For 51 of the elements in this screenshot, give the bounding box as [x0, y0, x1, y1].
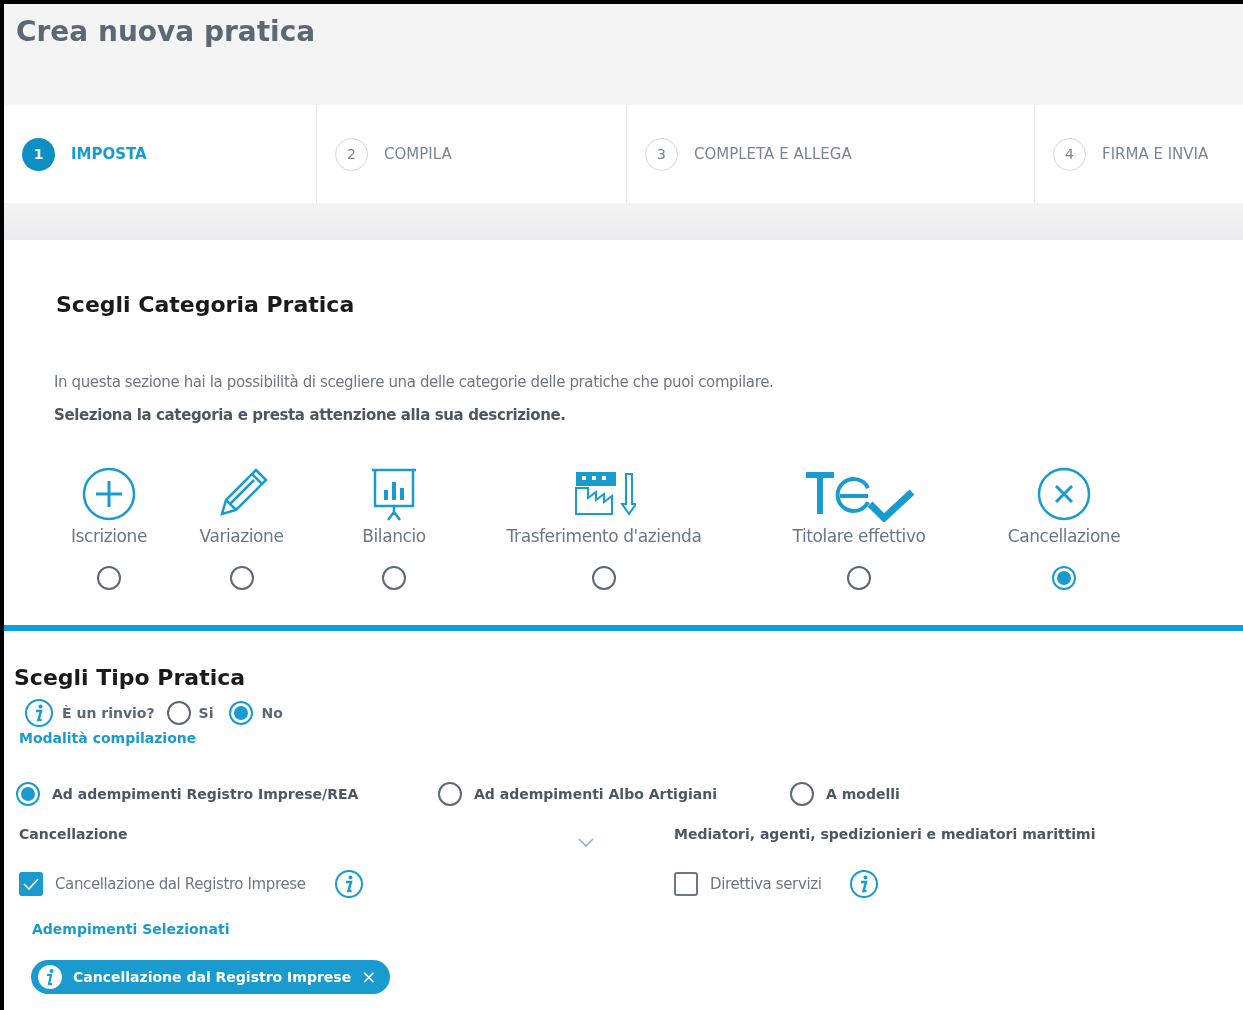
- checkbox[interactable]: [19, 872, 43, 896]
- chevron-down-icon: [578, 838, 594, 848]
- intro-text: In questa sezione hai la possibilità di scegliere una delle categorie delle pratiche che puoi compilare.: [54, 372, 775, 393]
- group-label: Cancellazione: [19, 824, 128, 844]
- checkmark-icon: [23, 878, 39, 890]
- radio-button[interactable]: [790, 782, 814, 806]
- radio-button[interactable]: [166, 701, 191, 725]
- section-subtitle: Modalità compilazione: [19, 729, 198, 748]
- step-tab[interactable]: COMPLETA E ALLEGA: [694, 142, 852, 166]
- radio-label: Ad adempimenti Albo Artigiani: [474, 784, 717, 804]
- question-label: È un rinvio?: [62, 703, 155, 723]
- radio-label: A modelli: [826, 784, 900, 804]
- page-title: Crea nuova pratica: [16, 14, 317, 50]
- radio-button[interactable]: [16, 782, 40, 806]
- radio-button[interactable]: [229, 701, 254, 725]
- section-title: Scegli Tipo Pratica: [14, 664, 247, 692]
- info-icon: [24, 698, 54, 728]
- radio-button[interactable]: [1052, 565, 1076, 590]
- category-label: Variazione: [199, 525, 284, 548]
- section-title: Scegli Categoria Pratica: [55, 291, 356, 319]
- plus-icon: [81, 466, 137, 522]
- radio-button[interactable]: [97, 565, 121, 590]
- radio-label: No: [261, 703, 283, 723]
- step-tab[interactable]: FIRMA E INVIA: [1102, 142, 1209, 166]
- close-circle-icon: [1036, 466, 1092, 522]
- checkbox[interactable]: [674, 872, 698, 896]
- category-label: Trasferimento d'azienda: [506, 525, 702, 548]
- group-label: Mediatori, agenti, spedizionieri e mediatori marittimi: [674, 824, 1096, 844]
- radio-label: Ad adempimenti Registro Imprese/REA: [52, 784, 359, 804]
- radio-button[interactable]: [847, 565, 871, 590]
- checkbox-label: Direttiva servizi: [710, 873, 822, 895]
- category-label: Titolare effettivo: [792, 525, 926, 548]
- step-tab[interactable]: IMPOSTA: [71, 142, 147, 166]
- section-subtitle: Adempimenti Selezionati: [32, 920, 231, 939]
- radio-button[interactable]: [382, 565, 406, 590]
- radio-button[interactable]: [438, 782, 462, 806]
- info-icon: [849, 869, 880, 899]
- radio-button[interactable]: [229, 565, 254, 590]
- remove-button[interactable]: ×: [361, 968, 377, 986]
- chip-label: Cancellazione dal Registro Imprese: [73, 967, 352, 987]
- radio-label: Si: [198, 703, 214, 723]
- instruction-text: Seleziona la categoria e presta attenzione alla sua descrizione.: [54, 404, 567, 426]
- category-label: Bilancio: [362, 525, 426, 548]
- step-tab[interactable]: COMPILA: [384, 142, 452, 166]
- category-label: Iscrizione: [71, 525, 147, 548]
- info-icon: [37, 964, 63, 990]
- checkbox-label: Cancellazione dal Registro Imprese: [55, 873, 306, 895]
- step-number: 1: [22, 137, 55, 171]
- info-icon: [333, 869, 364, 899]
- category-label: Cancellazione: [1007, 525, 1121, 548]
- radio-button[interactable]: [592, 565, 616, 590]
